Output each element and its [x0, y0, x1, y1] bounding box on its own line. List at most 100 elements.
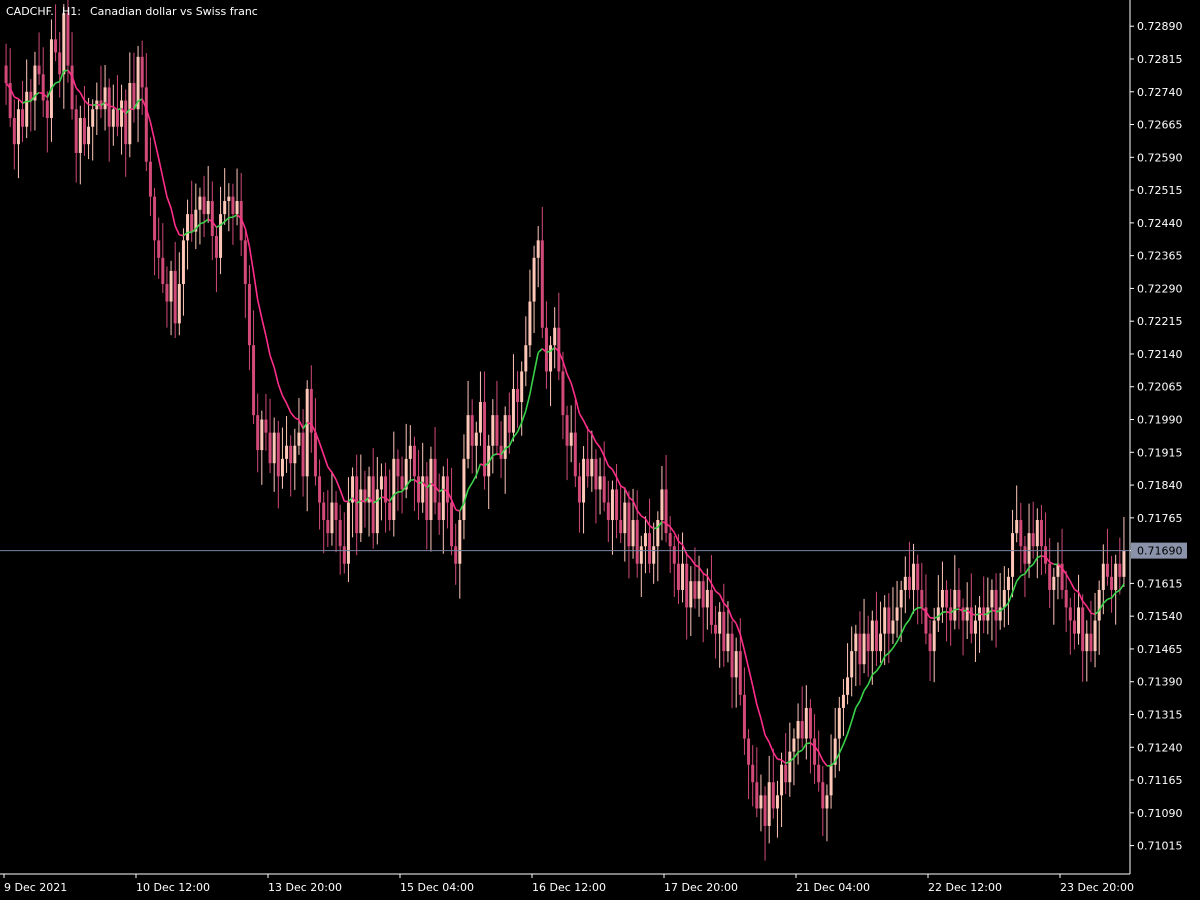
candle-body [260, 419, 264, 451]
candle-body [912, 563, 916, 590]
candle-body [631, 520, 635, 547]
candle-body [396, 458, 400, 477]
candle-body [1031, 533, 1035, 547]
candle-body [297, 432, 301, 446]
candle-body [784, 764, 788, 783]
candle-body [709, 589, 713, 625]
candle-body [301, 432, 305, 477]
candle-body [788, 751, 792, 783]
candle-body [355, 476, 359, 534]
candle-body [1064, 589, 1068, 608]
candle-body [660, 489, 664, 521]
candle-body [990, 589, 994, 608]
candle-body [598, 476, 602, 490]
candle-body [705, 589, 709, 608]
candle-body [1023, 546, 1027, 564]
candle-body [173, 270, 177, 324]
ma-segment [228, 216, 234, 219]
ma-segment [96, 103, 102, 107]
ma-segment [179, 234, 184, 237]
candle-body [544, 327, 548, 372]
candle-body [1044, 546, 1048, 564]
candle-body [16, 109, 20, 145]
candle-body [676, 563, 680, 590]
y-tick-label: 0.71390 [1137, 676, 1183, 689]
candle-body [693, 581, 697, 599]
candle-body [115, 109, 119, 127]
candle-body [907, 576, 911, 590]
candle-body [338, 520, 342, 547]
candle-body [49, 39, 53, 118]
candle-body [763, 795, 767, 826]
candle-body [549, 345, 553, 372]
candle-body [532, 257, 536, 302]
candle-body [227, 196, 231, 202]
y-tick-label: 0.71765 [1137, 512, 1183, 525]
candle-body [965, 607, 969, 621]
candle-body [462, 458, 466, 521]
candle-body [417, 476, 421, 503]
candle-body [602, 476, 606, 503]
candle-body [932, 620, 936, 652]
candle-body [62, 13, 66, 75]
candle-body [846, 677, 850, 695]
y-tick-label: 0.72740 [1137, 86, 1183, 99]
price-chart[interactable]: 0.72890 0.72815 0.72740 0.72665 0.72590 0.725… [0, 0, 1200, 900]
candle-body [219, 214, 223, 258]
ma-segment [92, 103, 97, 107]
candle-body [718, 611, 722, 634]
candle-body [635, 520, 639, 564]
candle-body [652, 546, 656, 564]
candle-body [305, 388, 309, 477]
chart-background [0, 0, 1200, 900]
x-tick-label: 22 Dec 12:00 [928, 881, 1002, 894]
chart-header-description: Canadian dollar vs Swiss franc [90, 5, 258, 18]
y-tick-label: 0.71015 [1137, 840, 1183, 853]
candle-body [610, 489, 614, 521]
candle-body [1002, 589, 1006, 608]
candle-body [940, 589, 944, 608]
candle-body [78, 117, 82, 153]
candle-body [565, 415, 569, 446]
candle-body [540, 240, 544, 328]
y-tick-label: 0.72515 [1137, 184, 1183, 197]
candle-body [231, 196, 235, 215]
candle-body [854, 633, 858, 652]
candle-body [223, 201, 227, 215]
candle-body [1019, 520, 1023, 547]
candle-body [577, 476, 581, 503]
candle-body [780, 764, 784, 796]
candle-body [957, 589, 961, 608]
candle-body [808, 707, 812, 739]
y-tick-label: 0.72365 [1137, 250, 1183, 263]
x-tick-label: 16 Dec 12:00 [532, 881, 606, 894]
candle-body [858, 633, 862, 665]
y-tick-label: 0.71915 [1137, 446, 1183, 459]
candle-body [177, 284, 181, 324]
candle-body [813, 738, 817, 765]
candle-body [973, 620, 977, 634]
candle-body [58, 52, 62, 75]
candle-body [590, 458, 594, 477]
candle-body [342, 546, 346, 564]
ma-segment [983, 612, 989, 616]
candle-body [685, 563, 689, 608]
candle-body [157, 240, 161, 258]
candle-body [120, 100, 124, 127]
candle-body [656, 520, 660, 547]
candle-body [1093, 620, 1097, 652]
y-tick-label: 0.71090 [1137, 807, 1183, 820]
candle-body [862, 633, 866, 665]
candle-body [264, 419, 268, 433]
candle-body [4, 65, 8, 84]
candle-body [41, 74, 45, 101]
candle-body [425, 476, 429, 521]
candle-body [148, 161, 152, 197]
candle-body [619, 520, 623, 534]
ma-segment [381, 496, 386, 499]
candle-body [128, 83, 132, 145]
ma-segment [995, 610, 1001, 613]
candle-body [371, 476, 375, 534]
candle-body [689, 581, 693, 608]
candle-body [45, 100, 49, 118]
